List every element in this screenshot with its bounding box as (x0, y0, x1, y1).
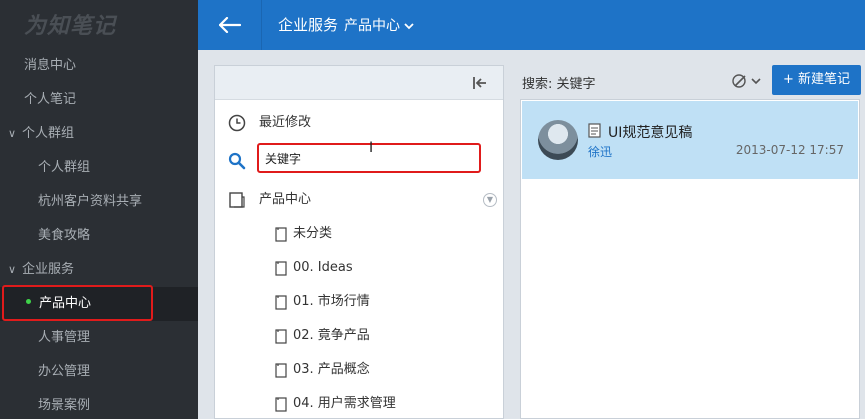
collapse-panel-icon[interactable] (471, 74, 489, 92)
notebook-icon (275, 397, 287, 412)
folder-item[interactable]: 02. 竟争产品 (215, 319, 503, 353)
sidebar-item-label: 消息中心 (24, 58, 77, 73)
sidebar-item-messages[interactable]: 消息中心 (0, 49, 198, 83)
sidebar-item-label: 企业服务 (22, 262, 75, 277)
breadcrumb-folder: 产品中心 (344, 18, 401, 34)
folder-item[interactable]: 00. Ideas (215, 251, 503, 285)
sidebar-item-label: 个人笔记 (24, 92, 77, 107)
chevron-down-icon: ∨ (8, 263, 17, 276)
folder-panel: 最近修改 I 产品中心 ▼ 未分类 00. Ideas 01. 市场行情 02.… (214, 65, 504, 419)
folder-label: 00. Ideas (293, 260, 353, 275)
folder-panel-header (215, 66, 503, 100)
avatar (538, 120, 578, 160)
sidebar-item-label: 人事管理 (38, 330, 91, 345)
sidebar-item-office[interactable]: 办公管理 (0, 355, 198, 389)
recent-modified-label: 最近修改 (259, 115, 312, 130)
new-note-button[interactable]: + 新建笔记 (772, 65, 861, 95)
folder-item-product-center[interactable]: 产品中心 ▼ (215, 183, 503, 217)
clock-icon (228, 114, 246, 132)
notebook-icon (275, 261, 287, 276)
folder-label: 02. 竟争产品 (293, 328, 370, 343)
note-author[interactable]: 徐迅 (588, 143, 612, 160)
search-result-label: 搜索: 关键字 (522, 77, 596, 92)
sidebar-item-label: 产品中心 (39, 296, 92, 311)
sidebar-item-label: 场景案例 (38, 398, 91, 413)
sidebar-group-enterprise[interactable]: ∨ 企业服务 (0, 253, 198, 287)
folder-label: 01. 市场行情 (293, 294, 370, 309)
sidebar-item-label: 个人群组 (38, 160, 91, 175)
folder-item[interactable]: 03. 产品概念 (215, 353, 503, 387)
notebook-icon (275, 329, 287, 344)
sidebar: 为知笔记 消息中心 个人笔记 ∨ 个人群组 个人群组 杭州客户资料共享 美食攻略 … (0, 0, 198, 419)
note-list: UI规范意见稿 徐迅 2013-07-12 17:57 (520, 99, 860, 419)
sidebar-item-label: 办公管理 (38, 364, 91, 379)
back-button[interactable] (198, 0, 262, 50)
chevron-down-icon: ∨ (8, 127, 17, 140)
folder-item[interactable]: 未分类 (215, 217, 503, 251)
arrow-left-icon (218, 17, 241, 33)
sidebar-item-product-center[interactable]: 产品中心 (0, 287, 198, 321)
sidebar-item-hr[interactable]: 人事管理 (0, 321, 198, 355)
folder-item[interactable]: 04. 用户需求管理 (215, 387, 503, 419)
note-title: UI规范意见稿 (608, 125, 693, 141)
expand-icon[interactable]: ▼ (483, 193, 497, 207)
notebook-icon (275, 295, 287, 310)
folder-item[interactable]: 01. 市场行情 (215, 285, 503, 319)
sidebar-item-cases[interactable]: 场景案例 (0, 389, 198, 419)
note-time: 2013-07-12 17:57 (735, 143, 844, 157)
breadcrumb-group: 企业服务 (278, 16, 339, 34)
notebook-icon (275, 363, 287, 378)
recent-modified-item[interactable]: 最近修改 (215, 106, 503, 140)
breadcrumb[interactable]: 企业服务 产品中心 (278, 0, 414, 50)
sidebar-item-label: 杭州客户资料共享 (38, 194, 143, 209)
sidebar-item-personal-group[interactable]: 个人群组 (0, 151, 198, 185)
app-logo: 为知笔记 (24, 14, 117, 39)
sidebar-item-label: 个人群组 (22, 126, 75, 141)
top-bar: 企业服务 产品中心 (198, 0, 865, 50)
folder-label: 04. 用户需求管理 (293, 396, 396, 411)
active-dot-icon (26, 299, 31, 304)
document-icon (588, 123, 601, 138)
folder-label: 产品中心 (259, 192, 312, 207)
list-item[interactable]: UI规范意见稿 徐迅 2013-07-12 17:57 (522, 101, 858, 179)
folder-label: 03. 产品概念 (293, 362, 370, 377)
search-icon[interactable] (228, 152, 246, 170)
sidebar-item-hangzhou-shared[interactable]: 杭州客户资料共享 (0, 185, 198, 219)
edit-options-icon[interactable] (730, 71, 762, 91)
sidebar-item-label: 美食攻略 (38, 228, 91, 243)
notebook-icon (229, 192, 245, 208)
text-cursor-icon: I (369, 140, 374, 156)
folder-label: 未分类 (293, 226, 333, 241)
notes-header: 搜索: 关键字 + 新建笔记 (520, 65, 865, 97)
sidebar-item-food-guide[interactable]: 美食攻略 (0, 219, 198, 253)
sidebar-group-personal-groups[interactable]: ∨ 个人群组 (0, 117, 198, 151)
chevron-down-icon (404, 1, 414, 51)
sidebar-item-personal-notes[interactable]: 个人笔记 (0, 83, 198, 117)
notebook-icon (275, 227, 287, 242)
